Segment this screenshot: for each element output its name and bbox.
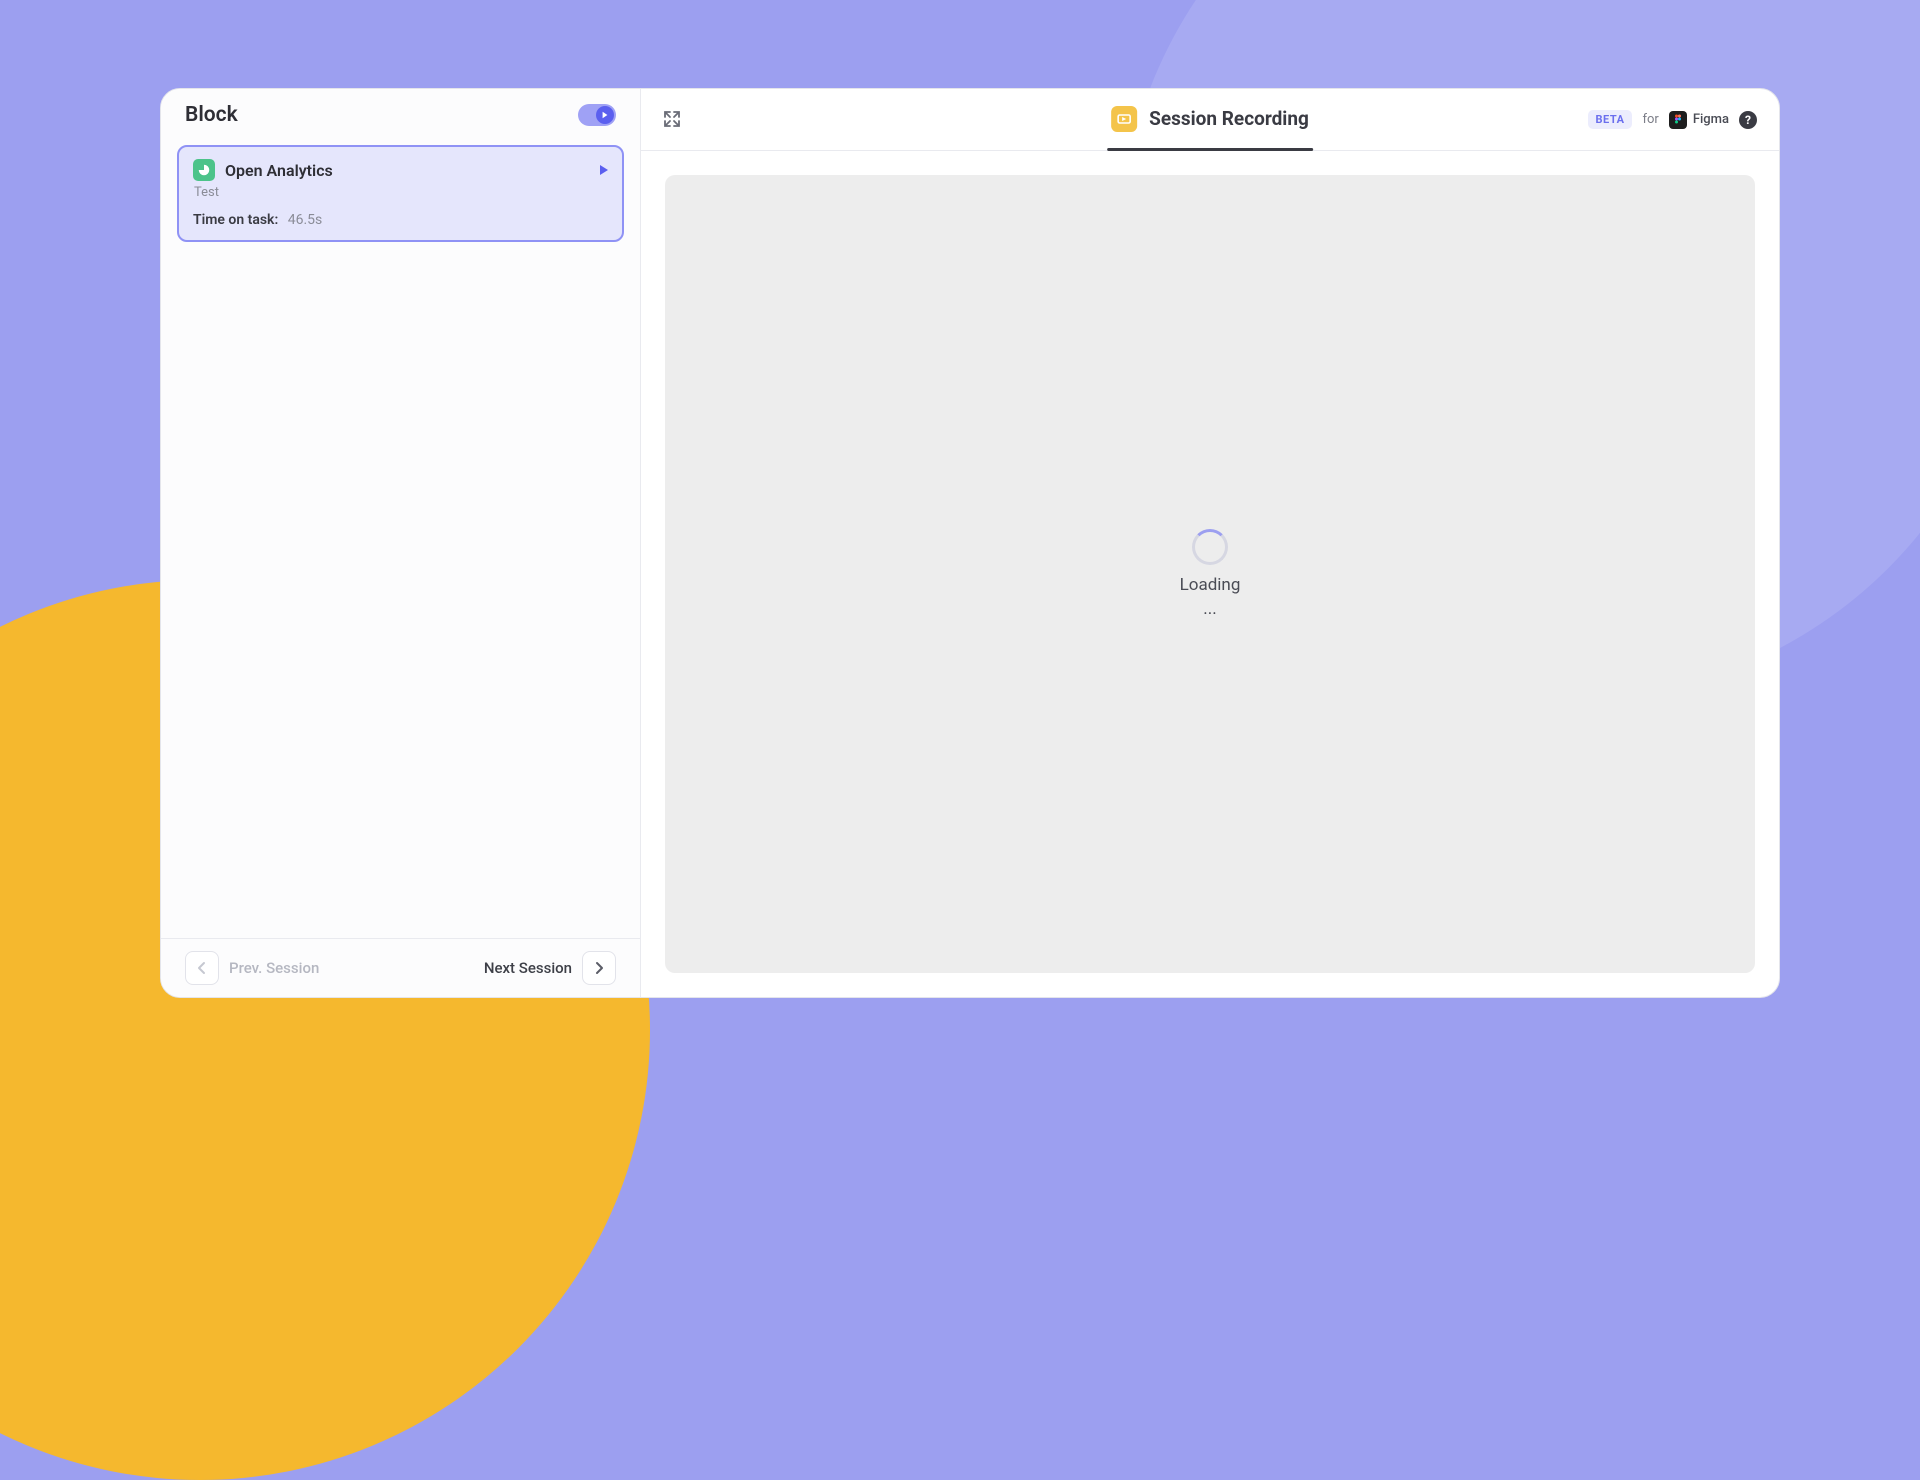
recording-icon: [1111, 106, 1137, 132]
play-icon: [601, 111, 609, 119]
sidebar-footer-nav: Prev. Session Next Session: [161, 938, 640, 997]
analytics-icon: [193, 159, 215, 181]
for-text: for: [1642, 112, 1658, 127]
beta-badge: BETA: [1588, 110, 1633, 129]
chevron-left-icon: [195, 961, 209, 975]
chevron-right-icon: [592, 961, 606, 975]
recording-area: Loading ...: [641, 151, 1779, 997]
sidebar: Block Open Analytics Test: [161, 89, 641, 997]
sidebar-title: Block: [185, 103, 238, 127]
loading-text: Loading: [1180, 575, 1241, 595]
loading-spinner-icon: [1192, 529, 1228, 565]
main-panel: Session Recording BETA for: [641, 89, 1779, 997]
task-card-row: Open Analytics: [193, 159, 608, 181]
block-playback-toggle[interactable]: [578, 104, 616, 126]
tab-label: Session Recording: [1149, 107, 1309, 130]
help-button[interactable]: ?: [1739, 111, 1757, 129]
next-session-label: Next Session: [484, 959, 572, 977]
task-meta: Time on task: 46.5s: [193, 212, 608, 228]
task-title: Open Analytics: [225, 161, 590, 180]
expand-icon: [663, 110, 681, 128]
sidebar-header: Block: [161, 89, 640, 137]
recording-canvas: Loading ...: [665, 175, 1755, 973]
figma-chip: Figma: [1669, 111, 1729, 129]
prev-session-label: Prev. Session: [229, 959, 319, 977]
main-header: Session Recording BETA for: [641, 89, 1779, 151]
task-meta-value: 46.5s: [288, 212, 323, 228]
task-card-open-analytics[interactable]: Open Analytics Test Time on task: 46.5s: [177, 145, 624, 242]
prev-session-group: Prev. Session: [185, 951, 319, 985]
tab-underline: [1107, 148, 1313, 151]
tab-session-recording[interactable]: Session Recording: [1111, 89, 1309, 150]
loading-dots: ...: [1203, 599, 1216, 619]
task-meta-label: Time on task:: [193, 212, 278, 228]
next-session-button[interactable]: [582, 951, 616, 985]
prev-session-button[interactable]: [185, 951, 219, 985]
app-window: Block Open Analytics Test: [160, 88, 1780, 998]
play-icon: [600, 165, 608, 175]
task-subtitle: Test: [194, 185, 608, 200]
figma-logo-icon: [1669, 111, 1687, 129]
expand-button[interactable]: [663, 110, 683, 130]
header-right: BETA for Figma ?: [1588, 110, 1757, 129]
platform-label: Figma: [1693, 112, 1729, 127]
next-session-group: Next Session: [484, 951, 616, 985]
toggle-knob: [596, 106, 614, 124]
